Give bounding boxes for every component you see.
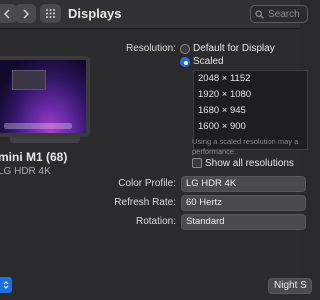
rotation-label: Rotation:: [135, 216, 176, 227]
search-field[interactable]: Search: [250, 5, 308, 23]
display-model: LG HDR 4K: [0, 166, 51, 177]
window-preview: [12, 70, 46, 90]
search-icon: [255, 9, 264, 19]
refresh-rate-label: Refresh Rate:: [114, 197, 176, 208]
scaled-resolution-note: Using a scaled resolution may a performa…: [192, 137, 299, 156]
radio-scaled-label: Scaled: [193, 56, 224, 67]
display-name: mini M1 (68): [0, 150, 68, 164]
resolution-option[interactable]: 1680 × 945: [194, 103, 307, 119]
grid-icon: [46, 9, 55, 18]
radio-default-for-display[interactable]: [180, 44, 190, 54]
resolution-option[interactable]: 2048 × 1152: [194, 71, 307, 87]
radio-scaled[interactable]: [180, 57, 190, 67]
monitor-stand: [10, 137, 80, 143]
radio-default-label: Default for Display: [193, 43, 275, 54]
color-profile-select[interactable]: LG HDR 4K: [181, 176, 306, 192]
color-profile-label: Color Profile:: [118, 178, 176, 189]
forward-button[interactable]: [15, 4, 36, 23]
search-placeholder: Search: [268, 8, 300, 20]
window-title: Displays: [68, 6, 122, 21]
rotation-select[interactable]: Standard: [181, 214, 306, 230]
resolution-option[interactable]: 1600 × 900: [194, 119, 307, 135]
show-all-resolutions-label: Show all resolutions: [205, 158, 294, 169]
chevron-right-icon: [22, 8, 29, 19]
night-shift-button[interactable]: Night S: [268, 278, 312, 294]
display-settings-popup-button[interactable]: [0, 277, 12, 293]
display-thumbnail: [0, 56, 90, 137]
chevron-left-icon: [3, 8, 10, 19]
dock-preview: [4, 123, 72, 129]
title-bar: Displays Search: [0, 0, 308, 29]
show-all-button[interactable]: [40, 4, 61, 23]
resolution-option[interactable]: 1920 × 1080: [194, 87, 307, 103]
resolution-label: Resolution:: [125, 43, 176, 54]
refresh-rate-select[interactable]: 60 Hertz: [181, 195, 306, 211]
show-all-resolutions-checkbox[interactable]: [192, 158, 202, 168]
chevron-updown-icon: [3, 281, 9, 289]
